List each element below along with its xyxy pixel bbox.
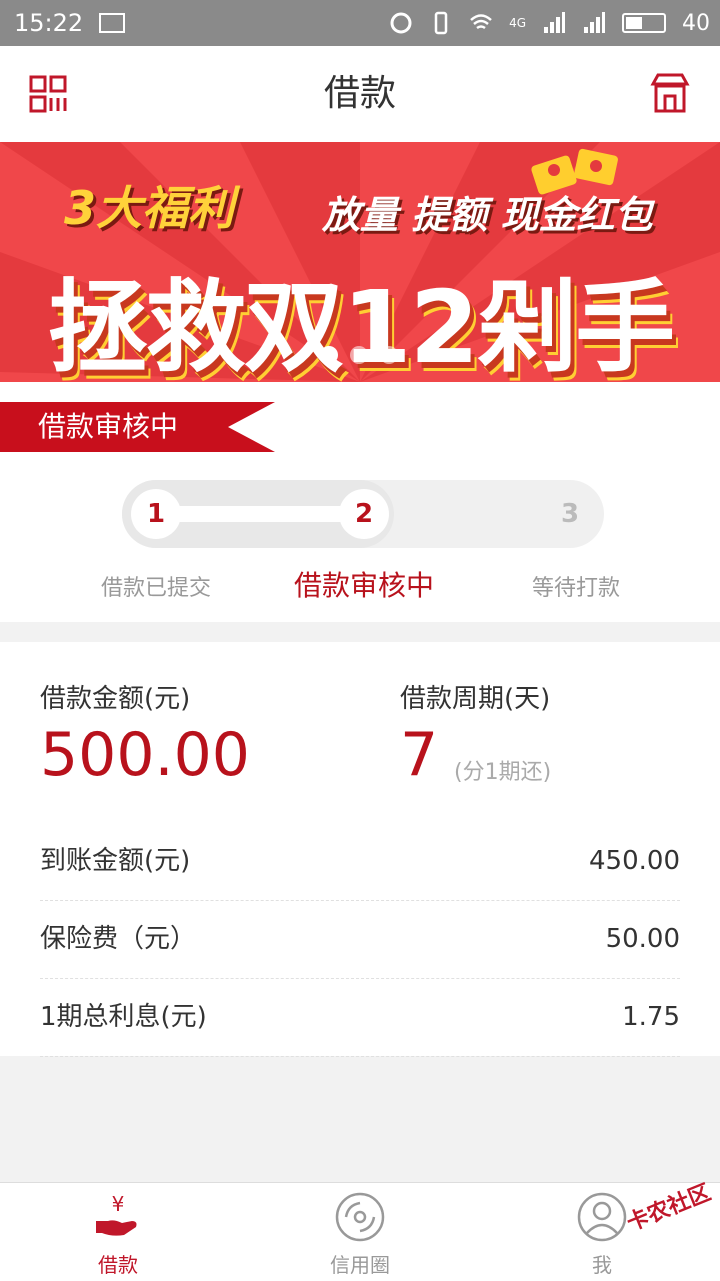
signal-icon (544, 12, 565, 33)
alarm-icon (390, 12, 412, 34)
step-label-3: 等待打款 (531, 576, 620, 601)
banner-dot-1[interactable] (320, 346, 338, 364)
step-label-1: 借款已提交 (100, 576, 211, 601)
period-note: (分1期还) (454, 760, 552, 785)
wifi-icon (470, 14, 492, 30)
progress-steps: 1 2 3 借款已提交 借款审核中 等待打款 (0, 452, 720, 622)
tab-me-label: 我 (592, 1253, 612, 1277)
detail-key: 保险费（元） (40, 924, 197, 954)
detail-value: 50.00 (605, 924, 680, 954)
status-time: 15:22 (14, 9, 84, 37)
banner-dot-3[interactable] (380, 346, 398, 364)
signal-2-icon (584, 12, 605, 33)
status-tag: 借款审核中 (0, 402, 275, 452)
tab-bar: ¥ 借款 信用圈 我 (0, 1182, 720, 1281)
amount-label: 借款金额(元) (40, 684, 191, 714)
banner-perks: 放量 提额 现金红包 (322, 193, 653, 237)
page-title: 借款 (323, 73, 396, 114)
svg-text:¥: ¥ (112, 1192, 125, 1216)
progress-bar (155, 506, 365, 522)
battery-icon (622, 13, 666, 33)
tab-loan-label: 借款 (98, 1253, 138, 1277)
step-circle-2: 2 (339, 489, 389, 539)
shop-icon[interactable] (650, 72, 690, 114)
loan-details: 借款金额(元) 500.00 借款周期(天) 7 (分1期还) 到账金额(元) … (0, 642, 720, 1057)
detail-key: 1期总利息(元) (40, 1002, 207, 1032)
step-label-2: 借款审核中 (293, 569, 434, 602)
period-value: 7 (400, 720, 439, 790)
banner-dot-2[interactable] (350, 346, 368, 364)
status-bar: 15:22 4G 40 (0, 0, 720, 46)
detail-value: 450.00 (589, 846, 680, 876)
credit-circle-icon (335, 1192, 385, 1242)
detail-key: 到账金额(元) (40, 846, 191, 876)
image-notification-icon (99, 13, 126, 33)
detail-row: 到账金额(元) 450.00 (40, 822, 680, 901)
status-icons: 4G 40 (389, 11, 710, 36)
nav-bar: 借款 (0, 46, 720, 143)
detail-value: 1.75 (622, 1002, 680, 1032)
detail-row: 保险费（元） 50.00 (40, 900, 680, 979)
step-circle-1: 1 (131, 489, 181, 539)
loan-hand-icon: ¥ (96, 1192, 137, 1236)
network-type: 4G (509, 16, 526, 30)
profile-icon (577, 1192, 627, 1242)
tab-credit-circle[interactable]: 信用圈 (290, 1183, 430, 1281)
status-tag-label: 借款审核中 (38, 410, 179, 443)
battery-level: 40 (682, 10, 710, 36)
tab-credit-circle-label: 信用圈 (330, 1253, 390, 1277)
vibrate-icon (434, 11, 448, 35)
banner-headline: 3大福利 (64, 181, 235, 235)
amount-value: 500.00 (40, 720, 250, 790)
period-label: 借款周期(天) (400, 684, 551, 714)
step-circle-3: 3 (545, 489, 595, 539)
tab-loan[interactable]: ¥ 借款 (48, 1183, 188, 1281)
detail-row: 1期总利息(元) 1.75 (40, 978, 680, 1057)
